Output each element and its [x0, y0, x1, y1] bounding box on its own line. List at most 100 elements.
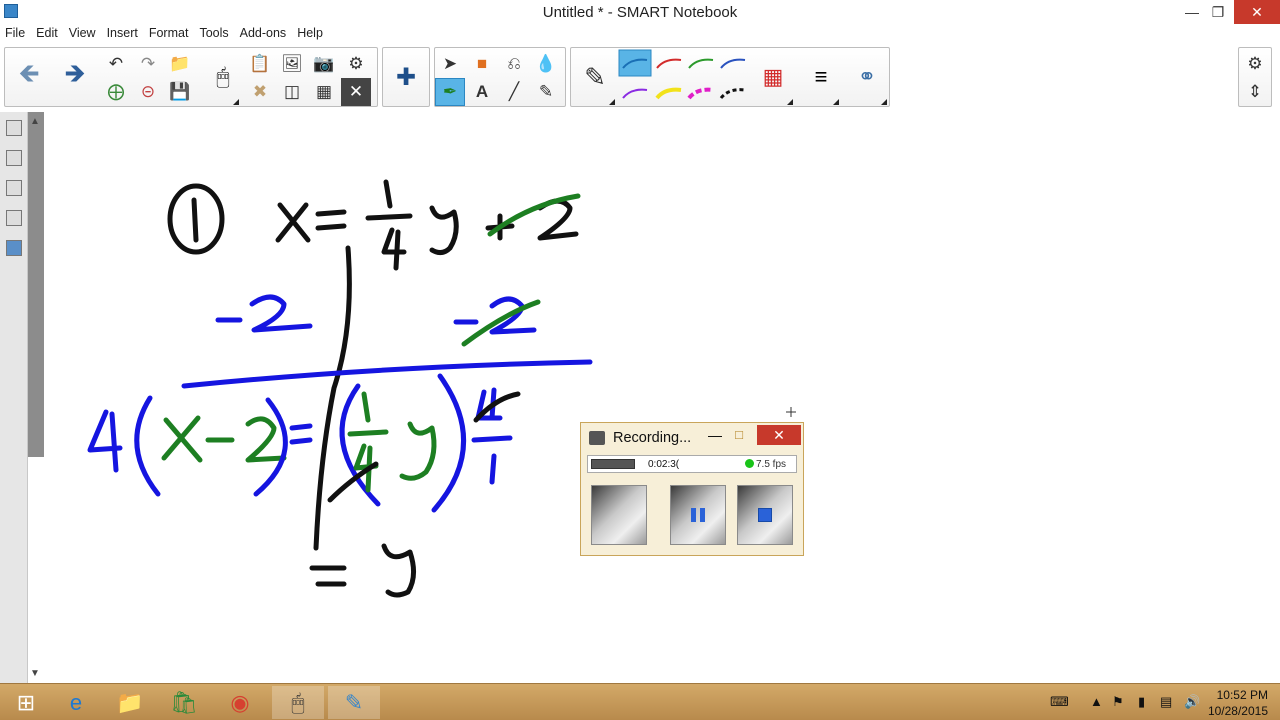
scroll-down-icon[interactable]: ▼: [30, 668, 40, 679]
scroll-up-icon[interactable]: ▲: [30, 116, 40, 127]
properties-tab-icon[interactable]: [6, 210, 22, 226]
toolbar-group-pens: ✎ ▦ ≡ ⚭: [570, 47, 890, 107]
battery-icon[interactable]: ▮: [1138, 694, 1145, 710]
start-windows-icon[interactable]: ⊞: [0, 686, 52, 719]
record-icon: [612, 508, 626, 522]
side-bar: [0, 112, 28, 683]
full-screen-icon[interactable]: ◫: [277, 78, 307, 106]
color-palette-icon[interactable]: ▦: [751, 49, 795, 105]
add-ons-tab-icon[interactable]: [6, 240, 22, 256]
stop-icon: [758, 508, 772, 522]
text-icon[interactable]: A: [467, 78, 497, 106]
close-button[interactable]: ✕: [1234, 0, 1280, 24]
table-icon[interactable]: ▦: [309, 78, 339, 106]
ink-digit-one: [191, 197, 199, 243]
attachments-tab-icon[interactable]: [6, 180, 22, 196]
clock-time: 10:52 PM: [1216, 688, 1268, 702]
taskbar-clock[interactable]: 10:52 PM 10/28/2015: [1188, 687, 1268, 719]
creative-pen-icon[interactable]: ✒: [435, 78, 465, 106]
smart-notebook-taskbar-icon[interactable]: ✎: [328, 686, 380, 719]
windows-taskbar: ⊞ e 📁 🛍 ◉ 🖱 ✎ ⌨ ▲ ⚑ ▮ ▤ 🔊 10:52 PM 10/28…: [0, 683, 1280, 720]
close-presentation-icon[interactable]: ✕: [341, 78, 371, 106]
line-style-icon[interactable]: ≡: [799, 49, 843, 105]
transparency-dropdown-corner[interactable]: [881, 99, 887, 105]
ink-right-paren-2: [431, 373, 467, 513]
add-ons-puzzle-icon[interactable]: ✚: [384, 49, 428, 105]
internet-explorer-icon[interactable]: e: [50, 686, 102, 719]
pen-style-selected-bg: [618, 49, 652, 77]
recording-status-bar: 0:02:3( 7.5 fps: [587, 455, 797, 473]
color-dropdown-corner[interactable]: [787, 99, 793, 105]
gallery-icon[interactable]: ⚙: [341, 50, 371, 78]
redo-icon[interactable]: ↷: [133, 50, 163, 78]
toolbar-dropdown-corner[interactable]: [233, 99, 239, 105]
open-folder-icon[interactable]: 📁: [165, 50, 195, 78]
action-center-flag-icon[interactable]: ⚑: [1112, 694, 1124, 710]
transparency-icon[interactable]: ⚭: [845, 49, 889, 105]
pen-style-yellow: [655, 87, 682, 100]
show-hidden-icons-icon[interactable]: ▲: [1090, 694, 1103, 709]
shapes-icon[interactable]: ■: [467, 50, 497, 78]
recording-maximize-button[interactable]: □: [729, 427, 749, 447]
ink-equals-bottom: [309, 565, 347, 587]
toolbar-position-icon[interactable]: ⇕: [1240, 78, 1270, 106]
store-icon[interactable]: 🛍: [158, 686, 210, 719]
recording-title-bar[interactable]: Recording... — □ ✕: [581, 423, 805, 453]
stop-button[interactable]: [737, 485, 793, 545]
menu-help[interactable]: Help: [292, 24, 329, 44]
page-sorter-icon[interactable]: [6, 120, 22, 136]
line-style-dropdown-corner[interactable]: [833, 99, 839, 105]
ink-horizontal-divider: [181, 359, 593, 389]
ink-two-green: [245, 416, 287, 463]
document-camera-icon[interactable]: 📷: [309, 50, 339, 78]
menu-tools[interactable]: Tools: [194, 24, 234, 44]
select-arrow-icon[interactable]: ➤: [435, 50, 465, 78]
menu-view[interactable]: View: [64, 24, 102, 44]
menu-format[interactable]: Format: [144, 24, 195, 44]
save-icon[interactable]: 💾: [165, 78, 195, 106]
screen-capture-icon[interactable]: 🖱: [201, 49, 245, 105]
ink-fraction-bar: [365, 213, 413, 221]
recording-close-button[interactable]: ✕: [757, 425, 801, 445]
menu-add-ons[interactable]: Add-ons: [235, 24, 293, 44]
pen-style-navy: [720, 58, 746, 69]
menu-bar: File Edit View Insert Format Tools Add-o…: [0, 24, 1280, 44]
undo-icon[interactable]: ↶: [101, 50, 131, 78]
pen-style-magenta: [687, 87, 714, 100]
recording-minimize-button[interactable]: —: [705, 427, 725, 447]
settings-gear-icon[interactable]: ⚙: [1240, 50, 1270, 78]
screen-recorder-taskbar-icon[interactable]: 🖱: [272, 686, 324, 719]
paste-icon[interactable]: 📋: [245, 50, 275, 78]
keyboard-icon[interactable]: ⌨: [1050, 694, 1069, 710]
ink-one-small: [489, 453, 497, 485]
forward-arrow-icon[interactable]: 🡺: [53, 49, 97, 105]
notebook-page-canvas[interactable]: [44, 112, 1280, 683]
line-icon[interactable]: ╱: [499, 78, 529, 106]
pen-style-green: [688, 58, 714, 69]
ink-y-bottom: [381, 543, 416, 598]
ink-x: [275, 202, 311, 243]
menu-edit[interactable]: Edit: [31, 24, 64, 44]
delete-icon[interactable]: ✖: [245, 78, 275, 106]
add-page-icon[interactable]: ⨁: [101, 78, 131, 106]
screen-shade-icon[interactable]: 🖼: [277, 50, 307, 78]
record-button[interactable]: [591, 485, 647, 545]
file-explorer-icon[interactable]: 📁: [104, 686, 156, 719]
menu-file[interactable]: File: [0, 24, 31, 44]
ink-equals: [315, 209, 347, 231]
pen-style-red: [656, 58, 682, 69]
magic-pen-icon[interactable]: ✎: [531, 78, 561, 106]
pause-button[interactable]: [670, 485, 726, 545]
delete-page-icon[interactable]: ⊝: [133, 78, 163, 106]
back-arrow-icon[interactable]: 🡸: [7, 49, 51, 105]
window-title: Untitled * - SMART Notebook: [542, 4, 738, 21]
ink-vertical-divider: [313, 245, 352, 551]
gallery-tab-icon[interactable]: [6, 150, 22, 166]
side-bar-resize-strip[interactable]: [28, 112, 44, 457]
restore-button[interactable]: ❐: [1202, 0, 1234, 24]
network-signal-icon[interactable]: ▤: [1160, 694, 1172, 710]
fill-icon[interactable]: 💧: [531, 50, 561, 78]
menu-insert[interactable]: Insert: [102, 24, 144, 44]
chrome-icon[interactable]: ◉: [214, 686, 266, 719]
eraser-tool-icon[interactable]: ⎌: [499, 50, 529, 78]
